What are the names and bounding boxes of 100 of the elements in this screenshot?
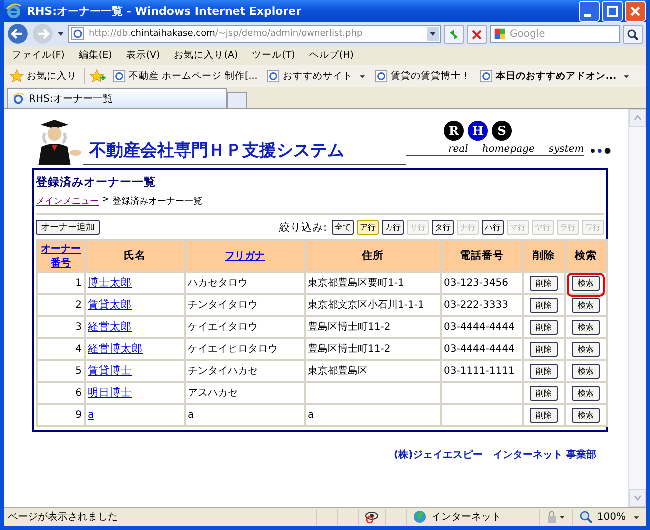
delete-button[interactable]: 削除 — [530, 408, 558, 422]
delete-button[interactable]: 削除 — [530, 342, 558, 356]
filter-button[interactable]: カ行 — [382, 220, 404, 235]
table-cell: 豊島区博士町11-2 — [305, 338, 441, 360]
search-button[interactable]: 検索 — [572, 320, 600, 334]
search-button[interactable]: 検索 — [572, 408, 600, 422]
page-icon — [374, 70, 388, 82]
minimize-icon — [584, 14, 591, 16]
column-header: 電話番号 — [441, 240, 523, 272]
column-header-link[interactable]: オーナー番号 — [40, 242, 82, 270]
table-cell: 2 — [37, 294, 85, 316]
filter-button[interactable]: タ行 — [432, 220, 454, 235]
menu-item[interactable]: ツール(T) — [252, 49, 296, 62]
column-header: 検索 — [565, 240, 607, 272]
page-icon — [266, 70, 280, 82]
refresh-button[interactable] — [444, 24, 464, 44]
caret-icon[interactable] — [633, 514, 640, 520]
favorite-link[interactable]: 不動産 ホームページ 制作[... — [111, 70, 260, 82]
filter-button[interactable]: 全て — [332, 220, 354, 235]
dropdown-icon[interactable] — [427, 27, 439, 41]
breadcrumb-current: 登録済みオーナー一覧 — [112, 196, 203, 208]
letter-badge: R — [444, 121, 464, 141]
table-cell: 東京都豊島区 — [305, 360, 441, 382]
search-button[interactable]: 検索 — [572, 276, 600, 290]
breadcrumb-link[interactable]: メインメニュー — [36, 195, 99, 208]
stop-icon — [470, 28, 484, 42]
table-cell: 03-123-3456 — [441, 272, 523, 294]
address-field[interactable]: http://db.chintaihakase.com/~jsp/demo/admin/ownerlist.php — [68, 25, 441, 43]
stop-button[interactable] — [467, 24, 487, 44]
table-cell: 東京都文京区小石川1-1-1 — [305, 294, 441, 316]
filter-button[interactable]: ア行 — [357, 220, 379, 235]
table-cell: 03-4444-4444 — [441, 338, 523, 360]
table-cell: ハカセタロウ — [185, 272, 305, 294]
table-cell: チンタイハカセ — [185, 360, 305, 382]
table-cell: 4 — [37, 338, 85, 360]
caret-icon — [358, 72, 366, 80]
favorite-link[interactable]: おすすめサイト — [264, 70, 368, 82]
page-icon — [480, 70, 493, 82]
tagline-word: homepage — [482, 144, 535, 155]
close-icon — [629, 4, 642, 18]
privacy-icon[interactable] — [365, 510, 380, 524]
table-cell: ケイエイヒロタロウ — [185, 338, 305, 360]
dots-icon — [590, 147, 612, 155]
maximize-button[interactable] — [602, 0, 623, 22]
zoom-icon — [579, 510, 594, 524]
delete-button[interactable]: 削除 — [530, 386, 558, 400]
site-title: 不動産会社専門ＨＰ支援システム — [89, 141, 344, 161]
globe-icon — [413, 510, 428, 524]
favorite-link[interactable]: 賃貸の賃貸博士！ — [372, 70, 473, 82]
column-header: 氏名 — [85, 240, 185, 272]
delete-button[interactable]: 削除 — [530, 298, 558, 312]
menu-item[interactable]: 表示(V) — [126, 49, 160, 62]
search-icon — [626, 28, 640, 42]
search-button[interactable] — [623, 24, 643, 44]
column-header-link[interactable]: フリガナ — [188, 249, 302, 263]
favorites-button[interactable]: お気に入り — [8, 69, 79, 83]
tagline-word: system — [548, 144, 584, 155]
zoom-level[interactable]: 100% — [597, 512, 626, 522]
menu-item[interactable]: ファイル(F) — [12, 49, 65, 62]
search-button[interactable]: 検索 — [572, 298, 600, 312]
search-button[interactable]: 検索 — [572, 342, 600, 356]
table-cell: 9 — [37, 404, 85, 426]
search-engine-icon — [494, 28, 506, 40]
table-cell: 03-222-3333 — [441, 294, 523, 316]
menu-item[interactable]: ヘルプ(H) — [309, 49, 354, 62]
table-cell: 1 — [37, 272, 85, 294]
window-title: RHS:オーナー一覧 - Windows Internet Explorer — [27, 4, 302, 18]
search-button[interactable]: 検索 — [572, 364, 600, 378]
column-header: 住所 — [305, 240, 441, 272]
back-button[interactable] — [7, 23, 29, 45]
status-text: ページが表示されました — [7, 510, 119, 524]
company-name: (株)ジェイエスピー インターネット 事業部 — [394, 448, 598, 462]
table-cell: 03-1111-1111 — [441, 360, 523, 382]
browser-tab[interactable]: RHS:オーナー一覧 — [7, 88, 227, 108]
caret-icon[interactable] — [57, 30, 65, 38]
search-button[interactable]: 検索 — [572, 386, 600, 400]
table-cell: ケイエイタロウ — [185, 316, 305, 338]
table-cell: アスハカセ — [185, 382, 305, 404]
menu-item[interactable]: お気に入り(A) — [174, 49, 238, 62]
page-icon — [113, 70, 126, 82]
filter-label: 絞り込み: — [279, 220, 327, 234]
caret-icon — [622, 72, 630, 80]
menu-item[interactable]: 編集(E) — [78, 49, 112, 62]
tagline-word: real — [448, 144, 468, 155]
table-cell: a — [305, 404, 441, 426]
minimize-button[interactable] — [579, 0, 600, 22]
add-owner-button[interactable]: オーナー追加 — [36, 220, 100, 235]
browser-logo-icon — [6, 3, 22, 19]
close-button[interactable] — [625, 0, 646, 22]
delete-button[interactable]: 削除 — [530, 364, 558, 378]
lock-icon[interactable] — [546, 510, 566, 524]
add-favorite-icon[interactable] — [90, 69, 106, 83]
filter-button[interactable]: ハ行 — [482, 220, 504, 235]
delete-button[interactable]: 削除 — [530, 320, 558, 334]
owner-name-link[interactable]: a — [88, 409, 94, 421]
maximize-icon — [606, 4, 619, 18]
breadcrumb-separator: > — [102, 195, 110, 207]
letter-badge: S — [492, 121, 512, 141]
delete-button[interactable]: 削除 — [530, 276, 558, 290]
favorite-link[interactable]: 本日のおすすめアドオン... — [478, 70, 632, 82]
